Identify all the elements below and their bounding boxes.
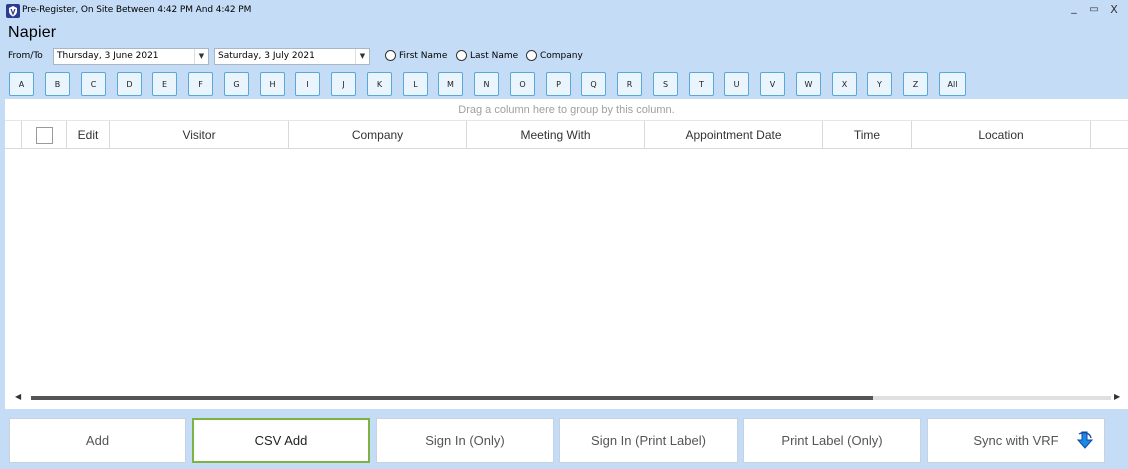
- letter-button-j[interactable]: J: [331, 72, 356, 96]
- letter-button-q[interactable]: Q: [581, 72, 606, 96]
- letter-button-r[interactable]: R: [617, 72, 642, 96]
- minimize-button[interactable]: _: [1067, 1, 1081, 14]
- sync-with-vrf-label: Sync with VRF: [973, 433, 1059, 448]
- date-to-value: Saturday, 3 July 2021: [218, 51, 315, 61]
- letter-button-h[interactable]: H: [260, 72, 285, 96]
- site-name: Napier: [8, 24, 57, 41]
- date-from-picker[interactable]: Thursday, 3 June 2021 ▼: [53, 48, 209, 65]
- letter-button-y[interactable]: Y: [867, 72, 892, 96]
- title-bar: Pre-Register, On Site Between 4:42 PM An…: [0, 0, 1128, 22]
- radio-label: Last Name: [470, 50, 519, 61]
- select-all-checkbox[interactable]: [35, 126, 53, 144]
- letter-button-l[interactable]: L: [403, 72, 428, 96]
- chevron-down-icon[interactable]: ▼: [194, 49, 208, 64]
- scroll-thumb[interactable]: [31, 396, 874, 400]
- letter-button-z[interactable]: Z: [903, 72, 928, 96]
- csv-add-button[interactable]: CSV Add: [192, 418, 370, 463]
- letter-button-e[interactable]: E: [152, 72, 177, 96]
- chevron-down-icon[interactable]: ▼: [355, 49, 369, 64]
- letter-button-x[interactable]: X: [832, 72, 857, 96]
- visitor-grid: Drag a column here to group by this colu…: [5, 99, 1128, 409]
- window-title: Pre-Register, On Site Between 4:42 PM An…: [22, 5, 252, 15]
- letter-button-v[interactable]: V: [760, 72, 785, 96]
- letter-button-g[interactable]: G: [224, 72, 249, 96]
- col-visitor[interactable]: Visitor: [110, 121, 289, 149]
- col-time[interactable]: Time: [823, 121, 912, 149]
- letter-button-c[interactable]: C: [81, 72, 106, 96]
- letter-button-d[interactable]: D: [117, 72, 142, 96]
- app-shield-icon: [6, 4, 20, 18]
- radio-label: Company: [540, 50, 583, 61]
- letter-button-t[interactable]: T: [689, 72, 714, 96]
- sign-in-only-button[interactable]: Sign In (Only): [376, 418, 554, 463]
- sync-with-vrf-button[interactable]: Sync with VRF: [927, 418, 1105, 463]
- print-label-only-button[interactable]: Print Label (Only): [743, 418, 921, 463]
- letter-button-s[interactable]: S: [653, 72, 678, 96]
- group-by-drop-zone[interactable]: Drag a column here to group by this colu…: [5, 99, 1128, 121]
- date-range-label: From/To: [8, 51, 43, 61]
- col-meeting-with[interactable]: Meeting With: [467, 121, 645, 149]
- col-select-all[interactable]: [22, 121, 67, 149]
- scroll-right-icon[interactable]: ▶: [1114, 392, 1120, 401]
- horizontal-scrollbar[interactable]: ◀ ▶: [5, 389, 1128, 407]
- add-button[interactable]: Add: [9, 418, 186, 463]
- grid-header-row: Edit Visitor Company Meeting With Appoin…: [5, 121, 1128, 149]
- letter-button-m[interactable]: M: [438, 72, 463, 96]
- scroll-left-icon[interactable]: ◀: [15, 392, 21, 401]
- date-to-picker[interactable]: Saturday, 3 July 2021 ▼: [214, 48, 370, 65]
- letter-button-b[interactable]: B: [45, 72, 70, 96]
- radio-last-name[interactable]: Last Name: [456, 50, 518, 61]
- sync-arrow-icon: [1076, 431, 1094, 449]
- sign-in-print-label-button[interactable]: Sign In (Print Label): [559, 418, 738, 463]
- radio-label: First Name: [399, 50, 448, 61]
- letter-button-o[interactable]: O: [510, 72, 535, 96]
- letter-button-f[interactable]: F: [188, 72, 213, 96]
- row-indicator-header: [5, 121, 22, 149]
- scroll-track[interactable]: [31, 396, 1111, 400]
- letter-button-a[interactable]: A: [9, 72, 34, 96]
- letter-button-k[interactable]: K: [367, 72, 392, 96]
- letter-button-i[interactable]: I: [295, 72, 320, 96]
- letter-button-u[interactable]: U: [724, 72, 749, 96]
- col-edit[interactable]: Edit: [67, 121, 110, 149]
- letter-button-p[interactable]: P: [546, 72, 571, 96]
- col-location[interactable]: Location: [912, 121, 1091, 149]
- radio-company[interactable]: Company: [526, 50, 583, 61]
- letter-button-n[interactable]: N: [474, 72, 499, 96]
- col-appointment-date[interactable]: Appointment Date: [645, 121, 823, 149]
- radio-circle-icon[interactable]: [456, 50, 467, 61]
- maximize-button[interactable]: ▭: [1087, 4, 1101, 15]
- radio-first-name[interactable]: First Name: [385, 50, 447, 61]
- radio-circle-icon[interactable]: [385, 50, 396, 61]
- close-button[interactable]: X: [1107, 3, 1121, 16]
- radio-circle-icon[interactable]: [526, 50, 537, 61]
- date-from-value: Thursday, 3 June 2021: [57, 51, 159, 61]
- letter-button-all[interactable]: All: [939, 72, 966, 96]
- letter-button-w[interactable]: W: [796, 72, 821, 96]
- col-company[interactable]: Company: [289, 121, 467, 149]
